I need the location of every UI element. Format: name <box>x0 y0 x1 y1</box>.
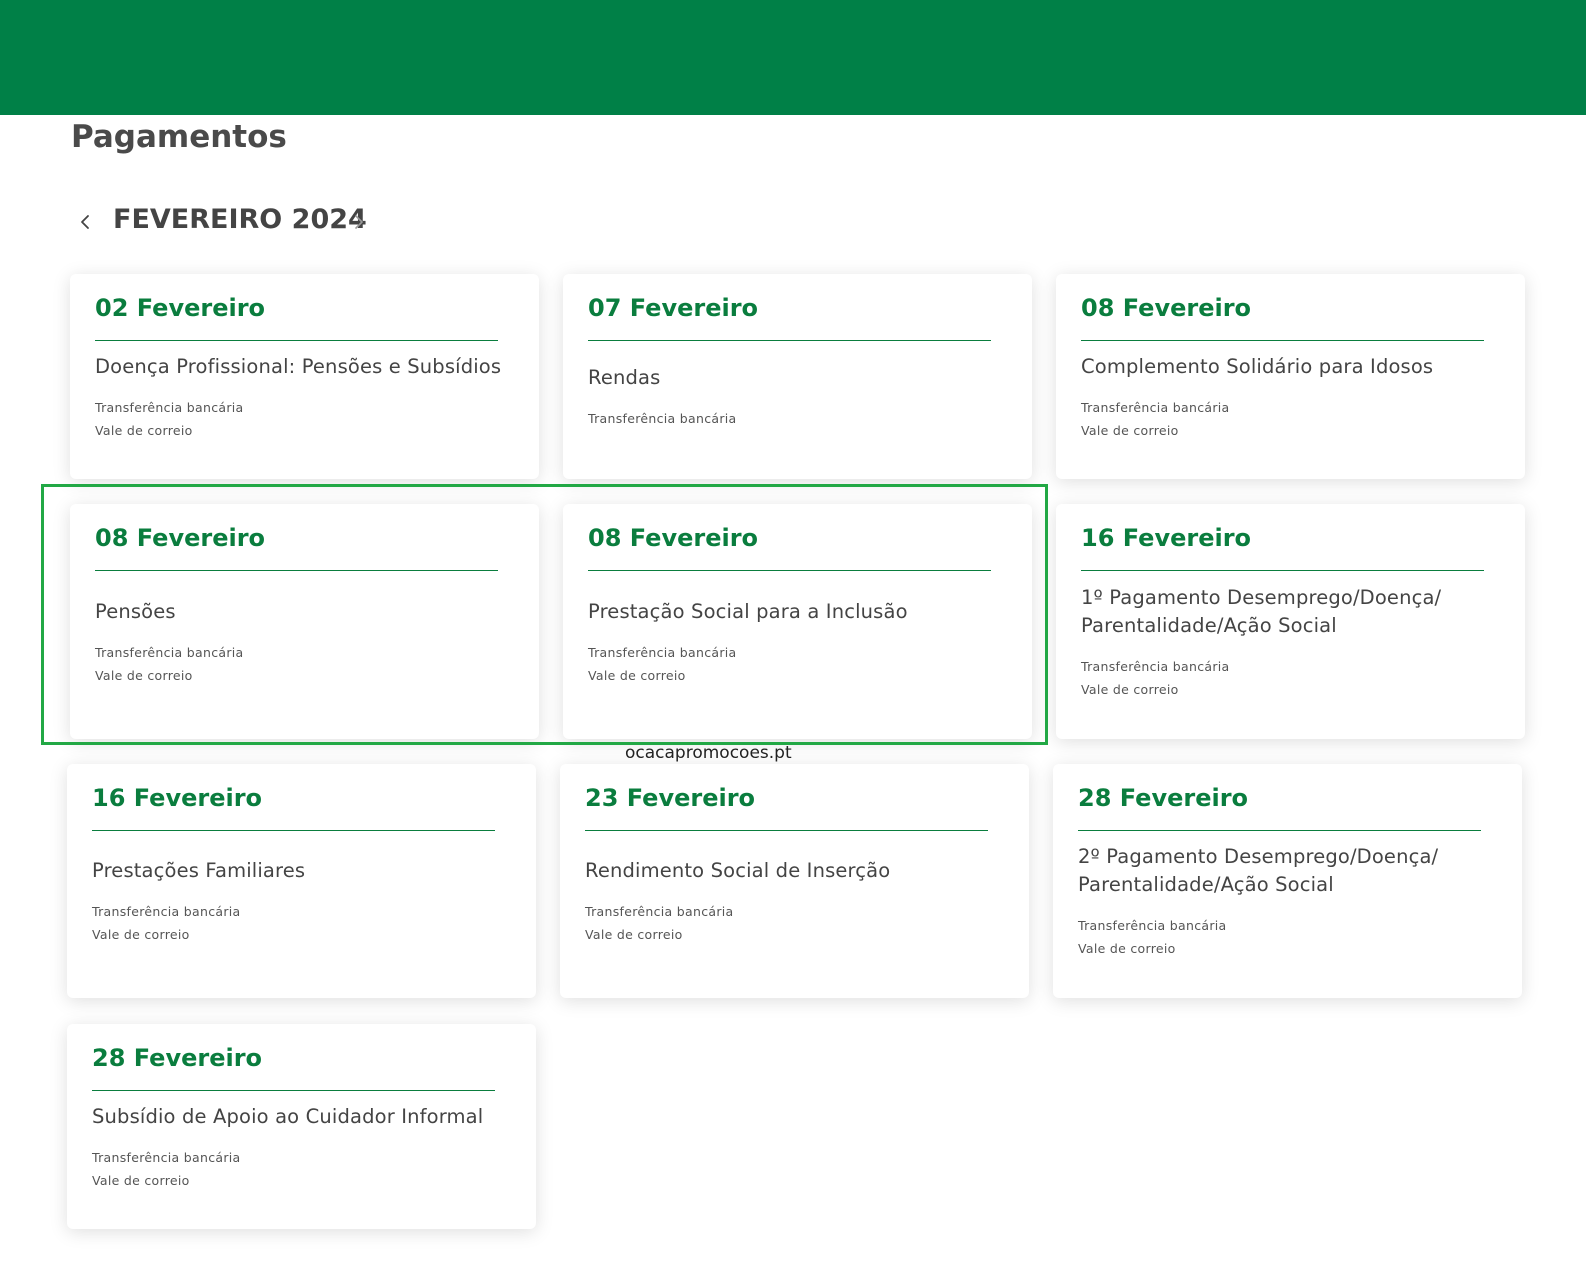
payment-date: 28 Fevereiro <box>1078 784 1249 812</box>
payment-method: Vale de correio <box>1081 681 1179 697</box>
payment-method: Transferência bancária <box>588 644 737 660</box>
payment-method: Vale de correio <box>92 927 190 942</box>
payment-name: Prestação Social para a Inclusão <box>588 599 908 623</box>
payment-date: 23 Fevereiro <box>585 784 756 812</box>
payment-methods: Transferência bancária Vale de correio <box>92 900 516 946</box>
top-banner <box>0 0 1586 115</box>
payment-date: 08 Fevereiro <box>1081 294 1252 322</box>
payment-date: 07 Fevereiro <box>588 294 759 322</box>
payment-method: Transferência bancária <box>1081 399 1230 415</box>
payment-method: Transferência bancária <box>95 399 244 415</box>
payment-name: Rendas <box>588 366 661 389</box>
payment-method: Transferência bancária <box>95 644 244 660</box>
payment-card[interactable]: 16 Fevereiro Prestações Familiares Trans… <box>67 764 536 998</box>
watermark-text: ocacapromocoes.pt <box>625 743 792 763</box>
payment-method: Vale de correio <box>588 667 686 683</box>
payment-methods: Transferência bancária Vale de correio <box>95 396 519 442</box>
chevron-left-icon <box>81 215 89 229</box>
page-title: Pagamentos <box>71 119 287 155</box>
payment-name: Doença Profissional: Pensões e Subsídios <box>95 354 502 378</box>
payment-methods: Transferência bancária Vale de correio <box>95 641 519 687</box>
payment-method: Transferência bancária <box>1081 658 1230 674</box>
payment-name: Prestações Familiares <box>92 859 306 882</box>
payment-method: Vale de correio <box>95 667 193 683</box>
payment-date: 28 Fevereiro <box>92 1044 263 1072</box>
payment-method: Vale de correio <box>585 927 683 942</box>
payment-card[interactable]: 16 Fevereiro 1º Pagamento Desemprego/Doe… <box>1056 504 1525 739</box>
payment-card[interactable]: 02 Fevereiro Doença Profissional: Pensõe… <box>70 274 539 479</box>
payment-method: Vale de correio <box>1078 941 1176 956</box>
payment-card[interactable]: 28 Fevereiro Subsídio de Apoio ao Cuidad… <box>67 1024 536 1229</box>
payment-method: Transferência bancária <box>588 411 737 426</box>
current-month-label: FEVEREIRO 2024 <box>113 204 367 235</box>
payment-name: Complemento Solidário para Idosos <box>1081 354 1434 378</box>
payment-methods: Transferência bancária Vale de correio <box>588 641 1012 687</box>
payment-methods: Transferência bancária Vale de correio <box>1078 914 1502 960</box>
payment-method: Transferência bancária <box>1078 918 1227 933</box>
payment-date: 08 Fevereiro <box>95 524 266 552</box>
payment-method: Vale de correio <box>95 422 193 438</box>
payment-name: 1º Pagamento Desemprego/Doença/ Parental… <box>1081 585 1442 637</box>
payment-card[interactable]: 08 Fevereiro Complemento Solidário para … <box>1056 274 1525 479</box>
payment-methods: Transferência bancária Vale de correio <box>585 900 1009 946</box>
payment-name: Rendimento Social de Inserção <box>585 859 891 882</box>
chevron-right-icon <box>355 215 363 229</box>
payment-method: Transferência bancária <box>92 1149 241 1165</box>
payment-methods: Transferência bancária <box>588 407 1012 430</box>
payment-methods: Transferência bancária Vale de correio <box>1081 655 1505 701</box>
payment-date: 16 Fevereiro <box>92 784 263 812</box>
payment-name: Pensões <box>95 599 176 623</box>
payment-card[interactable]: 08 Fevereiro Pensões Transferência bancá… <box>70 504 539 739</box>
payment-card[interactable]: 08 Fevereiro Prestação Social para a Inc… <box>563 504 1032 739</box>
payment-method: Vale de correio <box>1081 422 1179 438</box>
payment-method: Vale de correio <box>92 1172 190 1188</box>
payment-card[interactable]: 23 Fevereiro Rendimento Social de Inserç… <box>560 764 1029 998</box>
payment-name: 2º Pagamento Desemprego/Doença/ Parental… <box>1078 845 1439 896</box>
payment-date: 08 Fevereiro <box>588 524 759 552</box>
payment-date: 02 Fevereiro <box>95 294 266 322</box>
payment-methods: Transferência bancária Vale de correio <box>1081 396 1505 442</box>
payment-method: Transferência bancária <box>585 904 734 919</box>
payment-method: Transferência bancária <box>92 904 241 919</box>
payment-methods: Transferência bancária Vale de correio <box>92 1146 516 1192</box>
payment-name: Subsídio de Apoio ao Cuidador Informal <box>92 1104 484 1128</box>
payment-card[interactable]: 07 Fevereiro Rendas Transferência bancár… <box>563 274 1032 479</box>
payment-date: 16 Fevereiro <box>1081 524 1252 552</box>
next-month-button[interactable] <box>347 210 371 234</box>
payment-card[interactable]: 28 Fevereiro 2º Pagamento Desemprego/Doe… <box>1053 764 1522 998</box>
previous-month-button[interactable] <box>73 210 97 234</box>
